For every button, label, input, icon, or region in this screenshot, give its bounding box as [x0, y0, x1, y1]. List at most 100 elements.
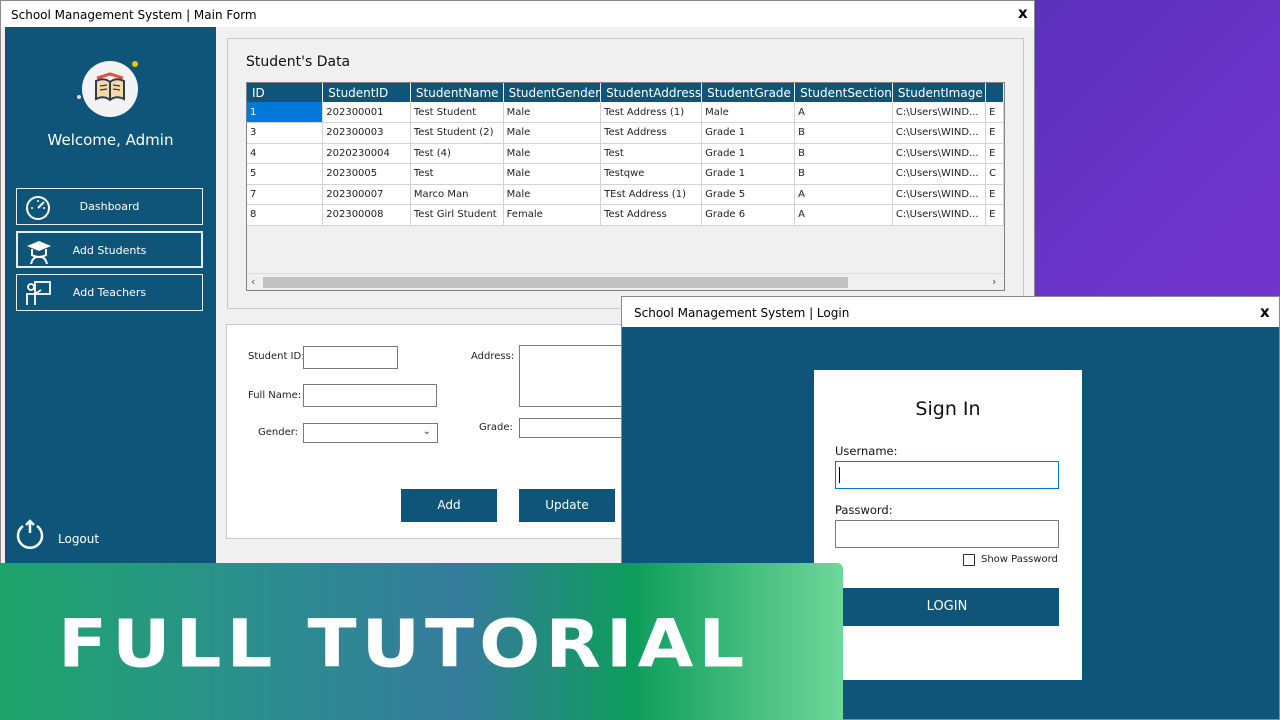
gender-label: Gender: [258, 427, 299, 438]
table-cell[interactable]: Male [503, 163, 602, 185]
column-header[interactable]: StudentSection [794, 83, 893, 102]
table-row[interactable]: 3 202300003 Test Student (2) Male Test Addre… [247, 122, 1004, 144]
table-cell[interactable]: Marco Man [410, 184, 504, 205]
table-cell[interactable]: Test Address [600, 204, 703, 226]
table-cell[interactable]: 202300008 [322, 204, 411, 226]
login-card: Sign In Username: Password: Show Passwor… [814, 370, 1082, 680]
table-cell[interactable]: A [794, 184, 893, 205]
table-cell[interactable]: C:\Users\WIND... [892, 204, 987, 226]
table-cell[interactable]: 4 [247, 143, 324, 164]
column-header[interactable]: StudentGrade [701, 83, 796, 102]
table-cell[interactable]: 1 [247, 102, 324, 123]
banner-text: FULL TUTORIAL [58, 605, 750, 683]
table-cell[interactable]: Male [503, 102, 602, 123]
table-cell[interactable]: A [794, 204, 893, 226]
table-cell[interactable]: 5 [247, 163, 324, 185]
table-cell[interactable]: Male [503, 143, 602, 164]
sidebar-item-label: Dashboard [79, 200, 140, 213]
main-form-titlebar[interactable]: School Management System | Main Form x [1, 1, 1034, 27]
tutorial-banner: FULL TUTORIAL [0, 563, 843, 720]
gender-select[interactable]: ⌄ [303, 423, 438, 443]
table-cell[interactable]: B [794, 122, 893, 144]
table-cell[interactable]: Grade 1 [701, 122, 796, 144]
column-header[interactable]: StudentAddress [600, 83, 703, 102]
table-cell[interactable]: Male [503, 184, 602, 205]
table-cell[interactable]: C:\Users\WIND... [892, 143, 987, 164]
column-header[interactable] [985, 83, 1004, 102]
full-name-input[interactable] [303, 384, 437, 407]
open-book-icon [82, 61, 138, 117]
table-cell[interactable]: 2020230004 [322, 143, 411, 164]
table-cell[interactable]: E [985, 204, 1004, 226]
table-cell[interactable]: Male [503, 122, 602, 144]
students-data-grid[interactable]: ID StudentID StudentName StudentGender Stude… [246, 82, 1005, 291]
column-header[interactable]: ID [247, 83, 324, 102]
add-button[interactable]: Add [401, 489, 497, 522]
table-cell[interactable]: E [985, 143, 1004, 164]
login-titlebar[interactable]: School Management System | Login x [622, 297, 1279, 327]
table-cell[interactable]: 202300003 [322, 122, 411, 144]
table-cell[interactable]: Test Girl Student [410, 204, 504, 226]
full-name-label: Full Name: [248, 390, 302, 401]
table-row[interactable]: 7 202300007 Marco Man Male TEst Address (1) G… [247, 184, 1004, 205]
table-cell[interactable]: Grade 5 [701, 184, 796, 205]
password-input[interactable] [835, 520, 1059, 548]
table-cell[interactable]: E [985, 102, 1004, 123]
table-row[interactable]: 8 202300008 Test Girl Student Female Test Ad… [247, 204, 1004, 226]
username-input[interactable] [835, 461, 1059, 489]
table-cell[interactable]: Female [503, 204, 602, 226]
table-cell[interactable]: Test Address [600, 122, 703, 144]
table-cell[interactable]: C:\Users\WIND... [892, 184, 987, 205]
table-cell[interactable]: Test (4) [410, 143, 504, 164]
login-button[interactable]: LOGIN [835, 588, 1059, 626]
student-id-input[interactable] [303, 346, 398, 369]
table-cell[interactable]: 202300007 [322, 184, 411, 205]
sign-in-heading: Sign In [915, 398, 981, 420]
sidebar-item-add-teachers[interactable]: Add Teachers [16, 274, 203, 311]
table-cell[interactable]: B [794, 143, 893, 164]
table-cell[interactable]: 7 [247, 184, 324, 205]
logout-button[interactable]: Logout [13, 517, 133, 551]
main-form-close-button[interactable]: x [1018, 4, 1028, 22]
table-cell[interactable]: Test [410, 163, 504, 185]
table-row[interactable]: 5 20230005 Test Male Testqwe Grade 1 B C:\Users… [247, 163, 1004, 185]
scroll-left-icon[interactable]: ‹ [251, 275, 255, 288]
table-row[interactable]: 1 202300001 Test Student Male Test Address (… [247, 102, 1004, 123]
column-header[interactable]: StudentName [410, 83, 504, 102]
table-cell[interactable]: Test Address (1) [600, 102, 703, 123]
table-cell[interactable]: Test [600, 143, 703, 164]
table-cell[interactable]: 20230005 [322, 163, 411, 185]
sidebar-item-add-students[interactable]: Add Students [16, 231, 203, 268]
scrollbar-thumb[interactable] [263, 277, 848, 288]
update-button[interactable]: Update [519, 489, 615, 522]
table-cell[interactable]: Grade 1 [701, 163, 796, 185]
table-cell[interactable]: C:\Users\WIND... [892, 163, 987, 185]
table-cell[interactable]: A [794, 102, 893, 123]
table-cell[interactable]: C [985, 163, 1004, 185]
table-cell[interactable]: Test Student [410, 102, 504, 123]
table-cell[interactable]: 202300001 [322, 102, 411, 123]
table-cell[interactable]: C:\Users\WIND... [892, 102, 987, 123]
table-cell[interactable]: TEst Address (1) [600, 184, 703, 205]
table-cell[interactable]: C:\Users\WIND... [892, 122, 987, 144]
table-cell[interactable]: Grade 1 [701, 143, 796, 164]
table-cell[interactable]: B [794, 163, 893, 185]
column-header[interactable]: StudentID [322, 83, 411, 102]
checkbox-icon[interactable] [963, 554, 975, 566]
student-id-label: Student ID: [248, 351, 305, 362]
horizontal-scrollbar[interactable]: ‹ › [247, 273, 1004, 290]
table-cell[interactable]: E [985, 184, 1004, 205]
login-close-button[interactable]: x [1260, 303, 1270, 321]
sidebar-item-dashboard[interactable]: Dashboard [16, 188, 203, 225]
table-row[interactable]: 4 2020230004 Test (4) Male Test Grade 1 B C:\Us… [247, 143, 1004, 164]
scroll-right-icon[interactable]: › [992, 275, 996, 288]
table-cell[interactable]: Grade 6 [701, 204, 796, 226]
table-cell[interactable]: E [985, 122, 1004, 144]
table-cell[interactable]: Male [701, 102, 796, 123]
table-cell[interactable]: 3 [247, 122, 324, 144]
column-header[interactable]: StudentGender [503, 83, 602, 102]
table-cell[interactable]: Test Student (2) [410, 122, 504, 144]
table-cell[interactable]: 8 [247, 204, 324, 226]
column-header[interactable]: StudentImage [892, 83, 987, 102]
table-cell[interactable]: Testqwe [600, 163, 703, 185]
